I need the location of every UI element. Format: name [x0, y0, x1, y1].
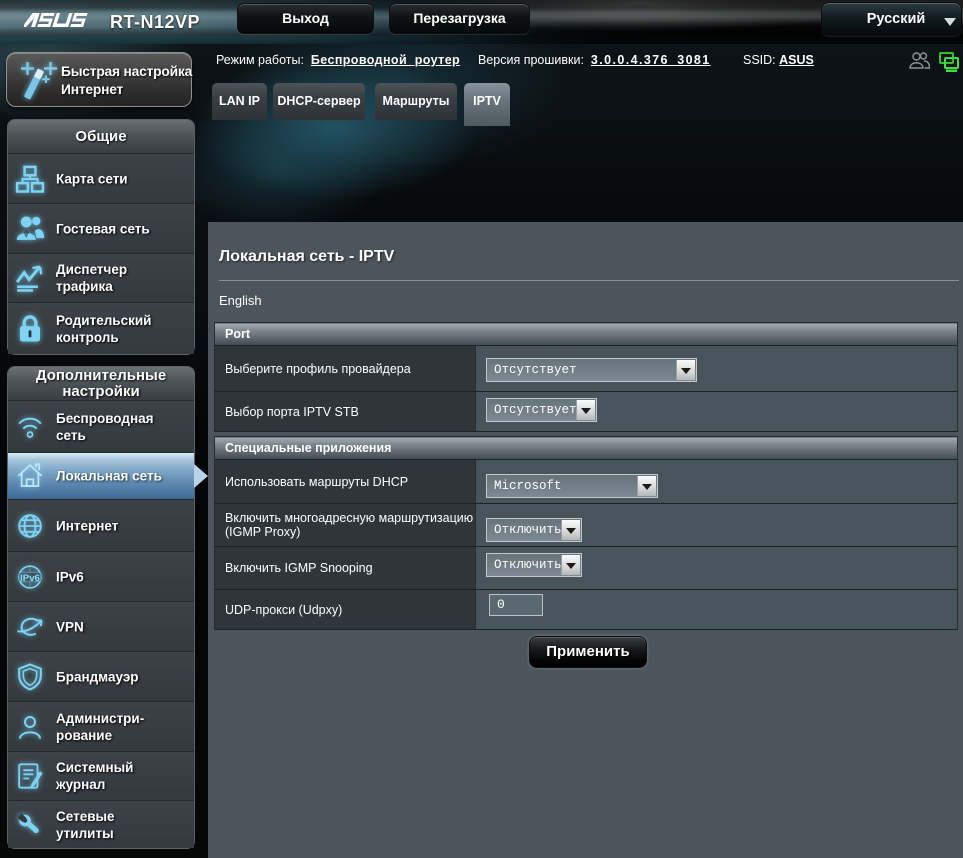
svg-text:IPv6: IPv6	[20, 572, 40, 583]
